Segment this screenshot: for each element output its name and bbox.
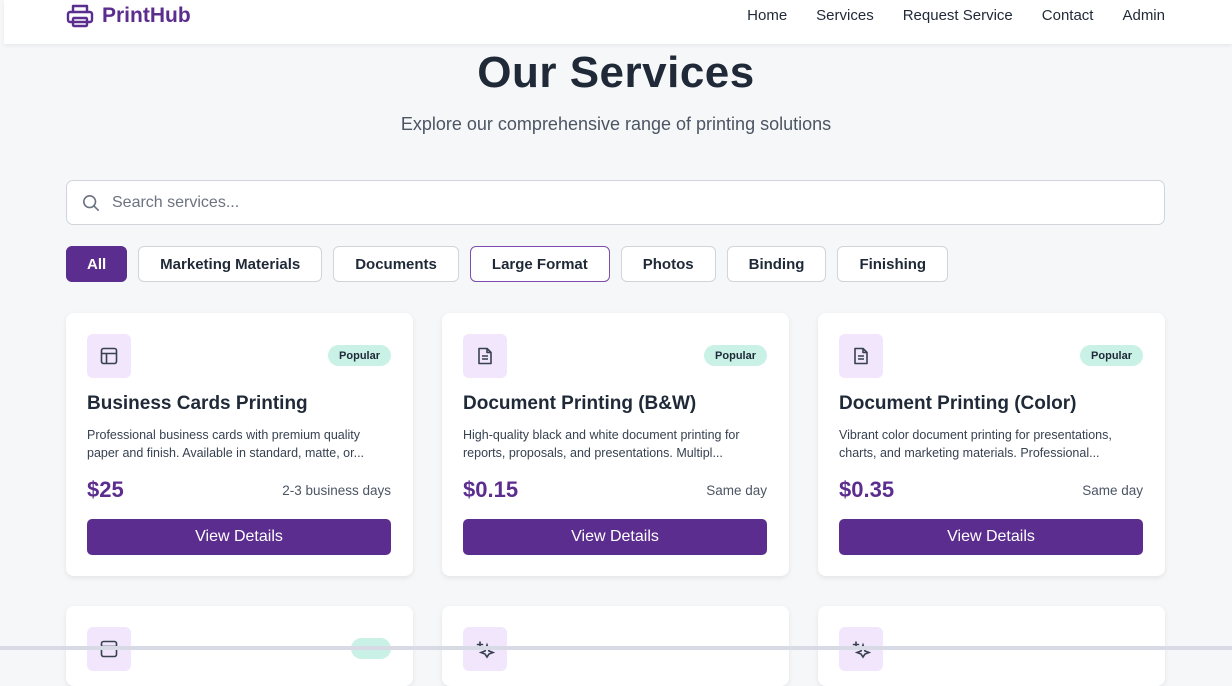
category-filters: All Marketing Materials Documents Large … — [66, 246, 949, 282]
filter-photos[interactable]: Photos — [620, 246, 716, 282]
service-card: Popular Document Printing (Color) Vibran… — [818, 313, 1165, 576]
printer-icon — [66, 4, 94, 28]
nav-services[interactable]: Services — [816, 7, 874, 24]
popular-badge: Popular — [704, 345, 767, 366]
service-title: Document Printing (B&W) — [463, 393, 697, 414]
service-description: Vibrant color document printing for pres… — [839, 428, 1112, 460]
nav-links: Home Services Request Service Contact Ad… — [747, 7, 1165, 24]
filter-binding[interactable]: Binding — [726, 246, 827, 282]
layout-icon — [100, 347, 118, 365]
view-details-button[interactable]: View Details — [87, 519, 391, 555]
service-price: $0.35 — [839, 477, 895, 502]
service-title: Document Printing (Color) — [839, 393, 1077, 414]
nav-contact[interactable]: Contact — [1042, 7, 1094, 24]
filter-documents[interactable]: Documents — [333, 246, 459, 282]
page-title: Our Services — [477, 48, 755, 97]
navbar: PrintHub Home Services Request Service C… — [4, 0, 1232, 44]
service-title: Business Cards Printing — [87, 393, 308, 414]
document-icon — [478, 347, 492, 365]
service-price: $0.15 — [463, 477, 519, 502]
document-icon — [854, 347, 868, 365]
nav-request-service[interactable]: Request Service — [903, 7, 1013, 24]
filter-all[interactable]: All — [66, 246, 128, 282]
search-input[interactable] — [110, 189, 1144, 217]
service-turnaround: Same day — [1082, 483, 1143, 498]
filter-finishing[interactable]: Finishing — [837, 246, 949, 282]
service-card: Popular Document Printing (B&W) High-qua… — [442, 313, 789, 576]
service-description: Professional business cards with premium… — [87, 428, 365, 460]
brand-logo[interactable]: PrintHub — [66, 4, 191, 28]
service-icon-box — [463, 334, 507, 378]
popular-badge: Popular — [1080, 345, 1143, 366]
service-description: High-quality black and white document pr… — [463, 428, 740, 460]
search-icon — [82, 194, 100, 212]
brand-name: PrintHub — [102, 4, 191, 27]
window-bottom-edge — [0, 646, 1232, 650]
filter-large-format[interactable]: Large Format — [469, 246, 610, 282]
service-icon-box — [87, 334, 131, 378]
service-turnaround: 2-3 business days — [282, 483, 391, 498]
view-details-button[interactable]: View Details — [839, 519, 1143, 555]
service-card: Popular Business Cards Printing Professi… — [66, 313, 413, 576]
view-details-button[interactable]: View Details — [463, 519, 767, 555]
page-subtitle: Explore our comprehensive range of print… — [400, 114, 832, 134]
service-price: $25 — [87, 477, 124, 502]
service-icon-box — [839, 334, 883, 378]
search-box — [66, 180, 1165, 225]
filter-marketing-materials[interactable]: Marketing Materials — [138, 246, 323, 282]
nav-admin[interactable]: Admin — [1122, 7, 1165, 24]
service-turnaround: Same day — [706, 483, 767, 498]
nav-home[interactable]: Home — [747, 7, 787, 24]
popular-badge: Popular — [328, 345, 391, 366]
